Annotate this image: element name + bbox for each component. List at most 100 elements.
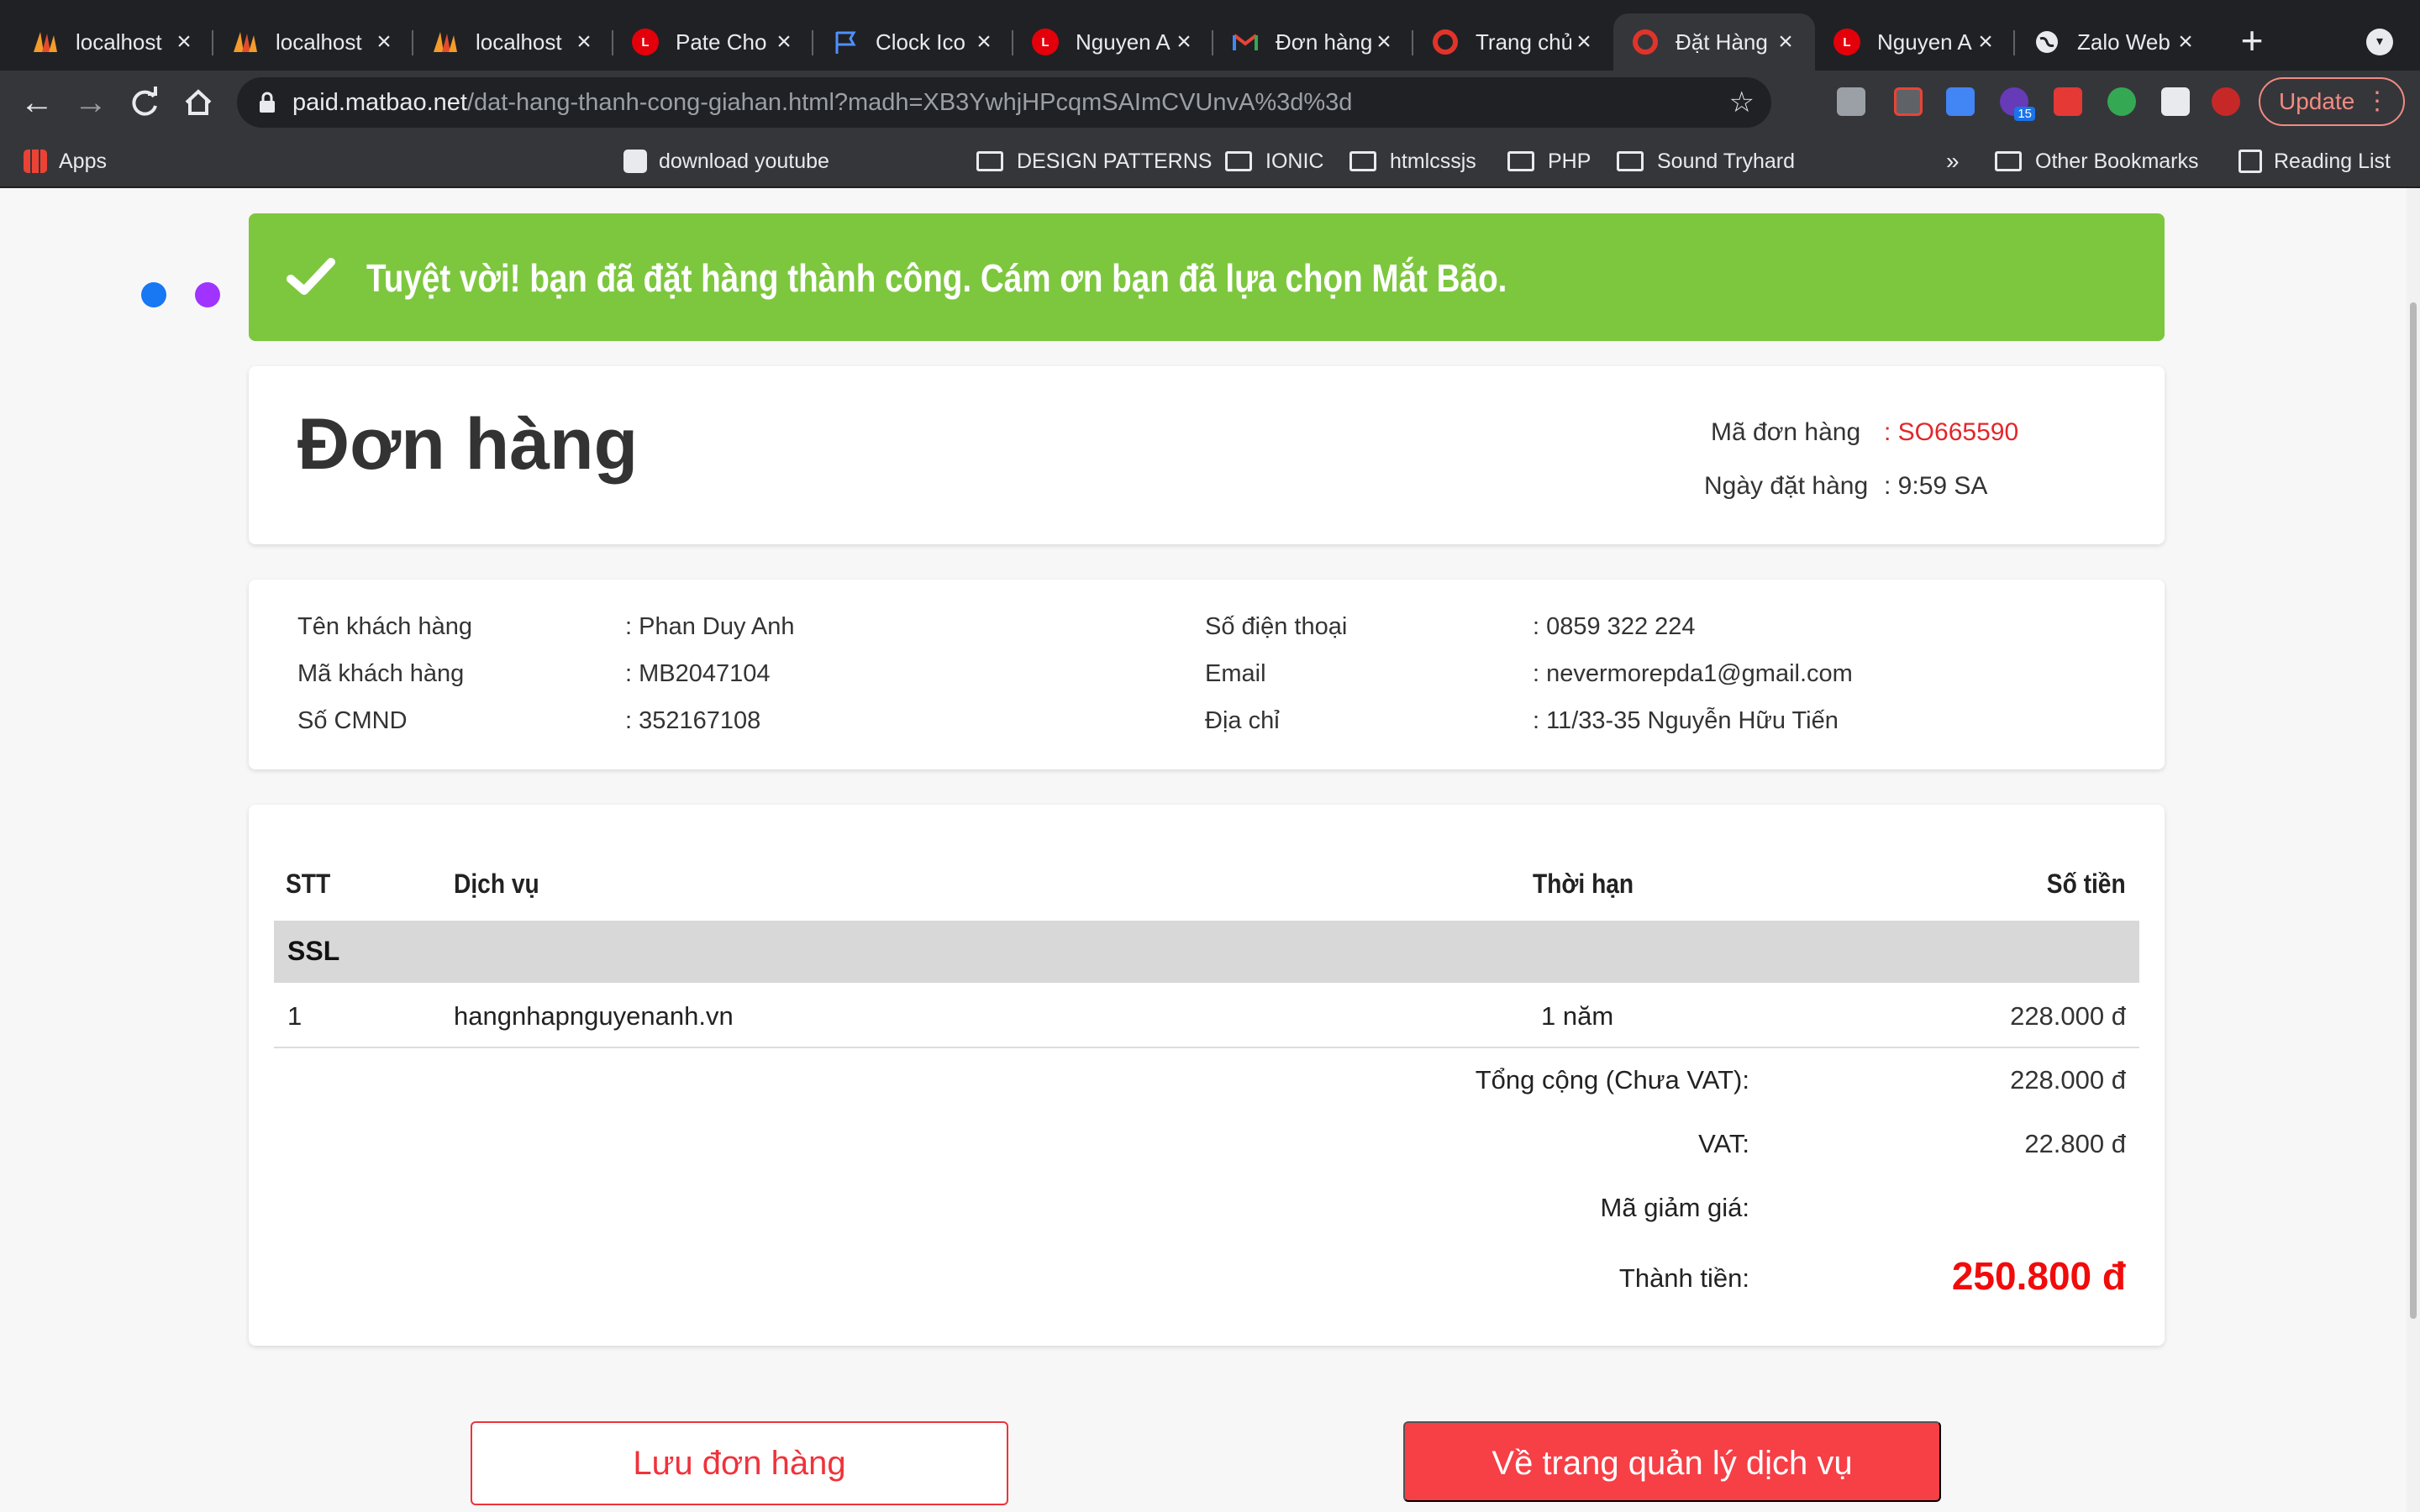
subtotal-label: Tổng cộng (Chưa VAT): [1475, 1065, 1749, 1095]
tab-nguyen-1[interactable]: L Nguyen A × [1013, 13, 1213, 71]
customer-cmnd-value: : 352167108 [625, 707, 761, 734]
bookmark-star-icon[interactable]: ☆ [1729, 86, 1754, 119]
bookmark-php[interactable]: PHP [1507, 144, 1591, 178]
close-tab-icon[interactable]: × [771, 28, 797, 56]
close-tab-icon[interactable]: × [1371, 28, 1397, 56]
total-value: 250.800 đ [1951, 1254, 2126, 1298]
customer-email-label: Email [1205, 660, 1266, 687]
profile-avatar-icon[interactable] [2212, 87, 2240, 116]
bookmark-download-youtube[interactable]: download youtube [623, 144, 829, 178]
tab-dat-hang[interactable]: Đặt Hàng × [1613, 13, 1815, 71]
bookmark-label: PHP [1548, 149, 1591, 173]
close-tab-icon[interactable]: × [2173, 28, 2198, 56]
tab-zalo[interactable]: Zalo Web × [2015, 13, 2215, 71]
update-button[interactable]: Update ⋮ [2259, 77, 2405, 126]
localhost-logo-icon [232, 29, 259, 55]
row-term: 1 năm [1541, 1001, 1614, 1031]
color-picker-extension-icon[interactable] [1894, 87, 1923, 116]
tab-localhost-1[interactable]: localhost × [13, 13, 213, 71]
media-extension-icon[interactable] [2054, 87, 2082, 116]
bookmark-apps[interactable]: Apps [24, 144, 107, 178]
messenger-icon[interactable] [195, 282, 220, 307]
url-text[interactable]: paid.matbao.net/dat-hang-thanh-cong-giah… [292, 89, 1352, 117]
customer-name-value: : Phan Duy Anh [625, 613, 795, 640]
close-tab-icon[interactable]: × [971, 28, 997, 56]
localhost-logo-icon [432, 29, 459, 55]
tab-title: Pate Cho [676, 29, 767, 55]
total-label: Thành tiền: [1618, 1263, 1749, 1293]
bookmarks-bar: Apps download youtube DESIGN PATTERNS IO… [0, 134, 2420, 307]
manage-services-button[interactable]: Về trang quản lý dịch vụ [1403, 1421, 1941, 1502]
tab-title: localhost [476, 29, 562, 55]
more-bookmarks-chevron-icon[interactable]: » [1946, 144, 1960, 178]
close-tab-icon[interactable]: × [1571, 28, 1597, 56]
tab-title: Đơn hàng [1276, 29, 1371, 55]
lego-logo-icon: L [632, 29, 659, 55]
bookmark-htmlcssjs[interactable]: htmlcssjs [1349, 144, 1476, 178]
row-amount: 228.000 đ [2010, 1001, 2126, 1031]
new-tab-button[interactable]: + [2232, 21, 2272, 62]
tab-don-hang[interactable]: Đơn hàng × [1213, 13, 1413, 71]
bookmark-reading-list[interactable]: Reading List [2238, 144, 2391, 178]
lego-logo-icon: L [1833, 29, 1860, 55]
save-order-button[interactable]: Lưu đơn hàng [471, 1421, 1008, 1505]
bookmark-other[interactable]: Other Bookmarks [1995, 144, 2199, 178]
folder-icon [1617, 151, 1644, 171]
forward-icon[interactable]: → [71, 82, 111, 123]
bookmark-sound-tryhard[interactable]: Sound Tryhard [1617, 144, 1795, 178]
success-message: Tuyệt vời! bạn đã đặt hàng thành công. C… [366, 256, 1507, 300]
tab-title: Trang chủ [1476, 29, 1571, 55]
translate-extension-icon[interactable] [1946, 87, 1975, 116]
bookmark-label: DESIGN PATTERNS [1017, 149, 1213, 173]
header-service: Dịch vụ [454, 869, 539, 899]
success-alert: Tuyệt vời! bạn đã đặt hàng thành công. C… [249, 213, 2165, 341]
extension-badge-icon[interactable]: 15 [2000, 87, 2035, 121]
home-icon[interactable] [178, 82, 218, 123]
scrollbar-thumb[interactable] [2410, 302, 2417, 1319]
close-tab-icon[interactable]: × [371, 28, 397, 56]
customer-id-value: : MB2047104 [625, 660, 771, 687]
tab-title: Nguyen A [1877, 29, 1972, 55]
folder-icon [1349, 151, 1376, 171]
facebook-icon[interactable] [141, 282, 166, 307]
row-stt: 1 [287, 1001, 302, 1031]
row-service: hangnhapnguyenanh.vn [454, 1001, 734, 1031]
customer-info-card: Tên khách hàng : Phan Duy Anh Mã khách h… [249, 580, 2165, 769]
tab-localhost-3[interactable]: localhost × [413, 13, 613, 71]
vat-value: 22.800 đ [2024, 1129, 2126, 1158]
update-label: Update [2279, 88, 2355, 114]
flag-icon [832, 29, 859, 55]
tab-pate[interactable]: L Pate Cho × [613, 13, 813, 71]
table-divider [274, 1047, 2139, 1048]
page-title: Đơn hàng [297, 404, 639, 485]
customer-email-value: : nevermorepda1@gmail.com [1533, 660, 1853, 687]
gmail-icon [1232, 29, 1259, 55]
bookmark-label: IONIC [1265, 149, 1324, 173]
bookmark-design-patterns[interactable]: DESIGN PATTERNS [976, 144, 1212, 178]
reload-icon[interactable] [124, 82, 165, 123]
lego-logo-icon: L [1032, 29, 1059, 55]
clover-extension-icon[interactable] [2107, 87, 2136, 116]
close-tab-icon[interactable]: × [1171, 28, 1197, 56]
tab-localhost-2[interactable]: localhost × [213, 13, 413, 71]
address-bar[interactable]: paid.matbao.net/dat-hang-thanh-cong-giah… [237, 77, 1771, 128]
bookmark-ionic[interactable]: IONIC [1225, 144, 1323, 178]
tab-clock[interactable]: Clock Ico × [813, 13, 1013, 71]
folder-icon [976, 151, 1003, 171]
header-stt: STT [286, 869, 331, 899]
customer-cmnd-label: Số CMND [297, 707, 408, 734]
tab-nguyen-2[interactable]: L Nguyen A × [1815, 13, 2015, 71]
back-icon[interactable]: ← [17, 82, 57, 123]
close-tab-icon[interactable]: × [571, 28, 597, 56]
globe-icon [2033, 29, 2060, 55]
tab-search-icon[interactable]: ▾ [2366, 29, 2393, 55]
close-tab-icon[interactable]: × [1973, 28, 1998, 56]
tab-trang-chu[interactable]: Trang chủ × [1413, 13, 1613, 71]
tab-title: localhost [276, 29, 362, 55]
close-tab-icon[interactable]: × [1773, 28, 1798, 56]
group-row: SSL [274, 921, 2139, 983]
close-tab-icon[interactable]: × [171, 28, 197, 56]
screenshot-extension-icon[interactable] [1837, 87, 1865, 116]
tab-title: localhost [76, 29, 162, 55]
extensions-puzzle-icon[interactable] [2161, 87, 2190, 116]
